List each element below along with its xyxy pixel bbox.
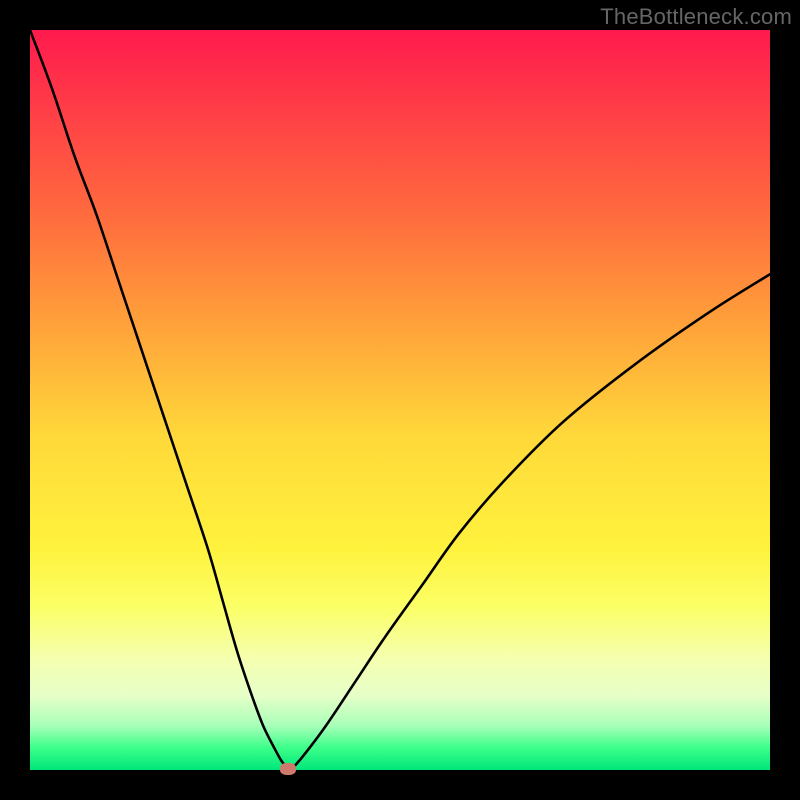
watermark-text: TheBottleneck.com: [600, 4, 792, 30]
bottleneck-curve-path: [30, 30, 770, 769]
plot-area: [30, 30, 770, 770]
bottleneck-chart: TheBottleneck.com: [0, 0, 800, 800]
curve-svg: [30, 30, 770, 770]
optimal-point-marker: [280, 763, 296, 775]
